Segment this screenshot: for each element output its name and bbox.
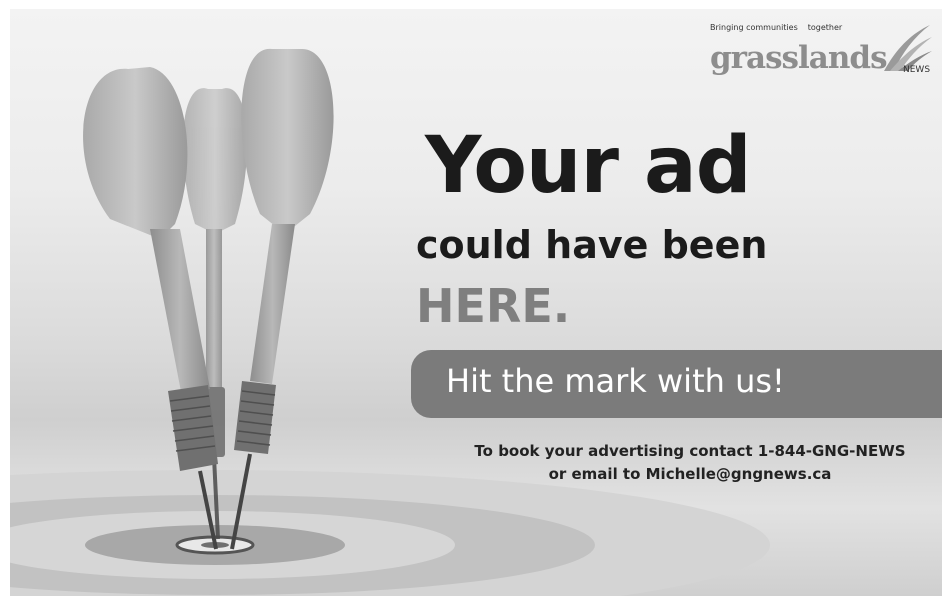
logo-tagline-right: together [807, 23, 843, 32]
logo-news-label: NEWS [903, 65, 931, 75]
logo-wordmark: grasslands [710, 40, 888, 76]
headline-your-ad: Your ad [425, 121, 752, 211]
contact-info: To book your advertising contact 1-844-G… [450, 440, 930, 487]
grasslands-news-logo: Bringing communities together grasslands … [710, 23, 935, 83]
contact-email-line: or email to Michelle@gngnews.ca [548, 465, 832, 484]
slogan-banner: Hit the mark with us! [411, 350, 942, 418]
advertisement: Bringing communities together grasslands … [10, 9, 942, 596]
logo-tagline: Bringing communities together [710, 23, 842, 32]
logo-tagline-left: Bringing communities [710, 23, 798, 32]
slogan-text: Hit the mark with us! [446, 362, 785, 400]
contact-phone-line: To book your advertising contact 1-844-G… [474, 442, 906, 460]
headline-could-have-been: could have been [416, 223, 768, 267]
headline-here: HERE. [416, 279, 571, 333]
